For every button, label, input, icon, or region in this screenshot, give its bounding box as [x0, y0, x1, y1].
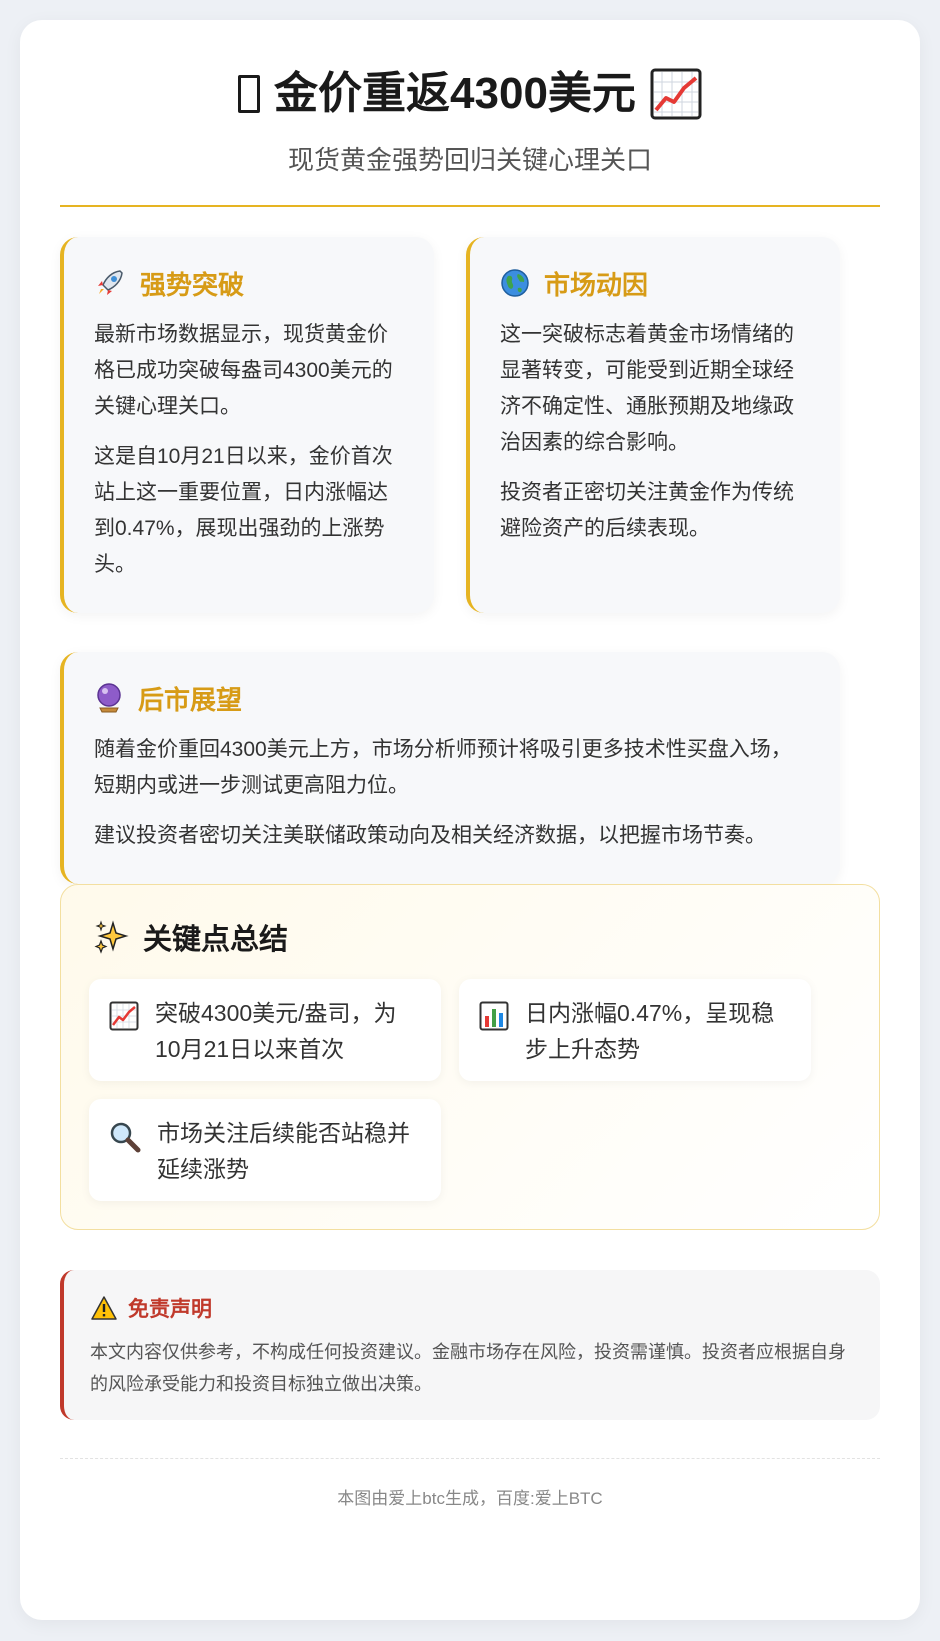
chart-up-icon — [650, 68, 702, 120]
panel-paragraph: 建议投资者密切关注美联储政策动向及相关经济数据，以把握市场节奏。 — [94, 824, 766, 847]
panel-title: 市场动因 — [544, 269, 649, 300]
summary-title-row: 关键点总结 — [93, 917, 288, 957]
footer-divider — [60, 1458, 880, 1459]
key-point-text: 市场关注后续能否站稳并延续涨势 — [157, 1120, 410, 1182]
panel-title-row: 市场动因 — [500, 263, 810, 303]
bar-chart-icon — [479, 1001, 509, 1031]
missing-glyph-icon — [238, 75, 261, 113]
page-subtitle: 现货黄金强势回归关键心理关口 — [287, 145, 652, 175]
panel-drivers: 市场动因 这一突破标志着黄金市场情绪的显著转变，可能受到近期全球经济不确定性、通… — [466, 237, 840, 613]
panel-paragraph: 最新市场数据显示，现货黄金价格已成功突破每盎司4300美元的关键心理关口。 — [94, 323, 393, 418]
panel-title: 后市展望 — [138, 684, 243, 715]
panel-paragraph: 这一突破标志着黄金市场情绪的显著转变，可能受到近期全球经济不确定性、通胀预期及地… — [500, 323, 794, 454]
rocket-icon — [94, 267, 126, 299]
header: 金价重返4300美元 现货黄金强势回归关键心理关口 — [20, 20, 920, 178]
summary-title: 关键点总结 — [143, 924, 289, 956]
panel-paragraph: 投资者正密切关注黄金作为传统避险资产的后续表现。 — [500, 481, 794, 540]
footer-text: 本图由爱上btc生成，百度:爱上BTC — [337, 1489, 603, 1508]
globe-icon — [500, 268, 530, 298]
sparkles-icon — [93, 919, 129, 955]
crystal-ball-icon — [94, 682, 124, 714]
page-title: 金价重返4300美元 — [274, 69, 636, 118]
panel-outlook: 后市展望 随着金价重回4300美元上方，市场分析师预计将吸引更多技术性买盘入场，… — [60, 652, 840, 884]
warning-icon — [90, 1295, 118, 1321]
content-card: 金价重返4300美元 现货黄金强势回归关键心理关口 强势突破 最新市场数据显示，… — [20, 20, 920, 1620]
panel-paragraph: 随着金价重回4300美元上方，市场分析师预计将吸引更多技术性买盘入场，短期内或进… — [94, 738, 792, 797]
key-point-text: 突破4300美元/盎司，为10月21日以来首次 — [155, 1000, 397, 1062]
header-divider — [60, 205, 880, 207]
panel-breakthrough: 强势突破 最新市场数据显示，现货黄金价格已成功突破每盎司4300美元的关键心理关… — [60, 237, 434, 613]
disclaimer-title-row: 免责声明 — [90, 1292, 854, 1324]
key-point-card: 日内涨幅0.47%，呈现稳步上升态势 — [459, 979, 811, 1081]
chart-up-icon — [109, 1001, 139, 1031]
key-point-card: 市场关注后续能否站稳并延续涨势 — [89, 1099, 441, 1201]
key-point-text: 日内涨幅0.47%，呈现稳步上升态势 — [525, 1000, 775, 1062]
key-points-summary: 关键点总结 突破4300美元/盎司，为10月21日以来首次 日内涨幅0.47%，… — [60, 884, 880, 1230]
panel-title-row: 后市展望 — [94, 678, 810, 718]
disclaimer: 免责声明 本文内容仅供参考，不构成任何投资建议。金融市场存在风险，投资需谨慎。投… — [60, 1270, 880, 1420]
magnifier-icon — [109, 1121, 141, 1153]
disclaimer-title: 免责声明 — [128, 1298, 212, 1321]
disclaimer-text: 本文内容仅供参考，不构成任何投资建议。金融市场存在风险，投资需谨慎。投资者应根据… — [90, 1342, 846, 1394]
panel-title-row: 强势突破 — [94, 263, 404, 303]
page-title-row: 金价重返4300美元 — [20, 64, 920, 124]
panel-title: 强势突破 — [140, 269, 245, 300]
key-point-card: 突破4300美元/盎司，为10月21日以来首次 — [89, 979, 441, 1081]
panel-paragraph: 这是自10月21日以来，金价首次站上这一重要位置，日内涨幅达到0.47%，展现出… — [94, 445, 393, 576]
